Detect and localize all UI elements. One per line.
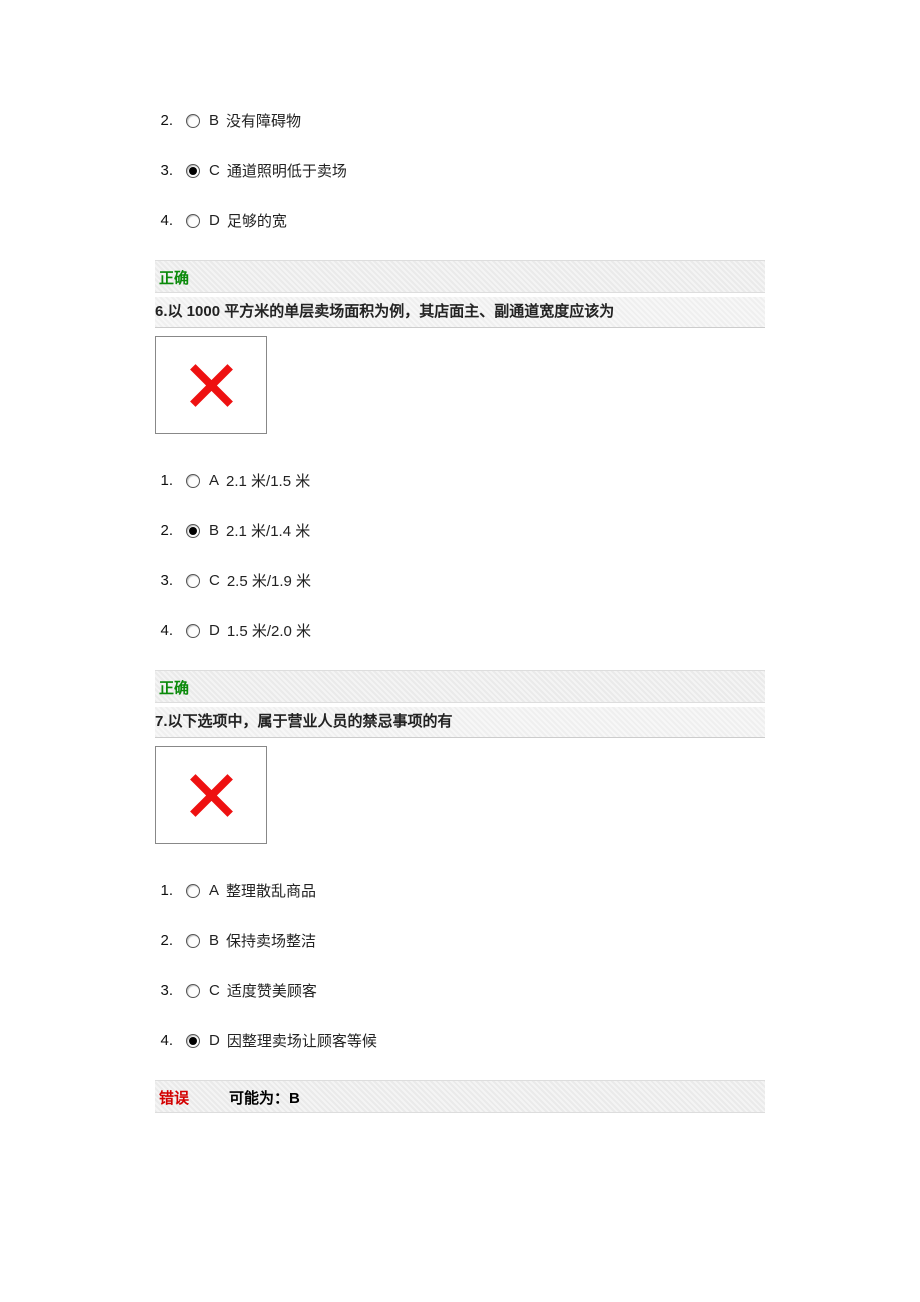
- option-text: 2.1 米/1.4 米: [226, 520, 310, 541]
- option-row[interactable]: 1. A 整理散乱商品: [155, 880, 765, 901]
- option-row[interactable]: 1. A 2.1 米/1.5 米: [155, 470, 765, 491]
- option-text: 1.5 米/2.0 米: [227, 620, 311, 641]
- x-icon: [184, 768, 239, 823]
- option-number: 4.: [155, 1032, 173, 1049]
- question-text: 以 1000 平方米的单层卖场面积为例，其店面主、副通道宽度应该为: [168, 303, 615, 320]
- option-text: 2.5 米/1.9 米: [227, 570, 311, 591]
- status-wrong-label: 错误: [159, 1087, 189, 1108]
- option-letter: D: [209, 212, 220, 229]
- hint-label: 可能为：: [229, 1090, 289, 1107]
- option-number: 1.: [155, 472, 173, 489]
- option-text: 适度赞美顾客: [227, 980, 317, 1001]
- option-letter: B: [209, 932, 219, 949]
- radio-unchecked-icon[interactable]: [186, 214, 200, 228]
- radio-unchecked-icon[interactable]: [186, 934, 200, 948]
- option-letter: B: [209, 522, 219, 539]
- option-letter: C: [209, 162, 220, 179]
- option-row[interactable]: 4. D 因整理卖场让顾客等候: [155, 1030, 765, 1051]
- option-row[interactable]: 3. C 2.5 米/1.9 米: [155, 570, 765, 591]
- radio-unchecked-icon[interactable]: [186, 114, 200, 128]
- image-placeholder: [155, 336, 267, 434]
- x-icon: [184, 358, 239, 413]
- hint-value: B: [289, 1090, 300, 1107]
- option-number: 3.: [155, 982, 173, 999]
- question-number: 6.: [155, 303, 168, 320]
- question-number: 7.: [155, 713, 168, 730]
- question-text: 以下选项中，属于营业人员的禁忌事项的有: [168, 713, 453, 730]
- option-number: 3.: [155, 572, 173, 589]
- option-row[interactable]: 2. B 2.1 米/1.4 米: [155, 520, 765, 541]
- radio-unchecked-icon[interactable]: [186, 984, 200, 998]
- question-7-title: 7.以下选项中，属于营业人员的禁忌事项的有: [155, 707, 765, 738]
- option-row[interactable]: 2. B 没有障碍物: [155, 110, 765, 131]
- option-row[interactable]: 2. B 保持卖场整洁: [155, 930, 765, 951]
- option-number: 4.: [155, 212, 173, 229]
- radio-unchecked-icon[interactable]: [186, 884, 200, 898]
- option-row[interactable]: 3. C 通道照明低于卖场: [155, 160, 765, 181]
- image-placeholder: [155, 746, 267, 844]
- radio-checked-icon[interactable]: [186, 1034, 200, 1048]
- option-row[interactable]: 3. C 适度赞美顾客: [155, 980, 765, 1001]
- radio-checked-icon[interactable]: [186, 524, 200, 538]
- option-number: 1.: [155, 882, 173, 899]
- status-correct-label: 正确: [159, 680, 189, 697]
- status-bar-wrong: 错误 可能为：B: [155, 1080, 765, 1113]
- option-text: 足够的宽: [227, 210, 287, 231]
- status-correct-label: 正确: [159, 270, 189, 287]
- option-letter: A: [209, 882, 219, 899]
- option-letter: C: [209, 982, 220, 999]
- radio-unchecked-icon[interactable]: [186, 574, 200, 588]
- question-6-options: 1. A 2.1 米/1.5 米 2. B 2.1 米/1.4 米 3. C 2…: [155, 470, 765, 641]
- option-letter: B: [209, 112, 219, 129]
- radio-unchecked-icon[interactable]: [186, 624, 200, 638]
- radio-checked-icon[interactable]: [186, 164, 200, 178]
- option-number: 4.: [155, 622, 173, 639]
- option-number: 2.: [155, 112, 173, 129]
- option-text: 整理散乱商品: [226, 880, 316, 901]
- option-row[interactable]: 4. D 足够的宽: [155, 210, 765, 231]
- option-letter: C: [209, 572, 220, 589]
- option-text: 没有障碍物: [226, 110, 301, 131]
- option-row[interactable]: 4. D 1.5 米/2.0 米: [155, 620, 765, 641]
- question-5-options: 2. B 没有障碍物 3. C 通道照明低于卖场 4. D 足够的宽: [155, 110, 765, 231]
- option-number: 2.: [155, 522, 173, 539]
- option-text: 保持卖场整洁: [226, 930, 316, 951]
- option-number: 3.: [155, 162, 173, 179]
- option-number: 2.: [155, 932, 173, 949]
- question-7-options: 1. A 整理散乱商品 2. B 保持卖场整洁 3. C 适度赞美顾客 4. D…: [155, 880, 765, 1051]
- option-letter: A: [209, 472, 219, 489]
- status-bar-correct: 正确: [155, 260, 765, 293]
- question-6-title: 6.以 1000 平方米的单层卖场面积为例，其店面主、副通道宽度应该为: [155, 297, 765, 328]
- status-hint: 可能为：B: [229, 1087, 300, 1108]
- option-letter: D: [209, 622, 220, 639]
- status-bar-correct: 正确: [155, 670, 765, 703]
- option-text: 因整理卖场让顾客等候: [227, 1030, 377, 1051]
- option-letter: D: [209, 1032, 220, 1049]
- option-text: 通道照明低于卖场: [227, 160, 347, 181]
- radio-unchecked-icon[interactable]: [186, 474, 200, 488]
- option-text: 2.1 米/1.5 米: [226, 470, 310, 491]
